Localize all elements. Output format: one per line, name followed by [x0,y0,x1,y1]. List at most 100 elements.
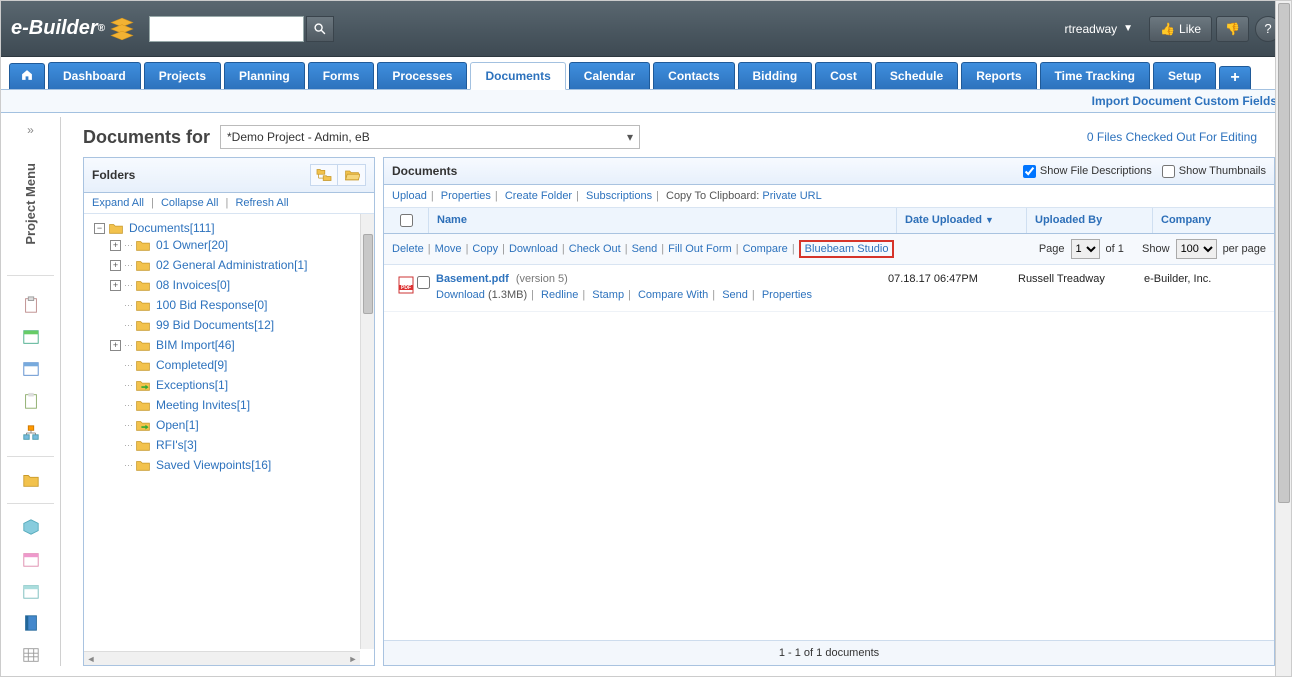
grid-icon[interactable] [22,646,40,664]
calendar-teal-icon[interactable] [22,582,40,600]
tree-node[interactable]: ⋯Meeting Invites[1] [110,398,374,412]
nav-projects[interactable]: Projects [144,62,221,89]
nav-dashboard[interactable]: Dashboard [48,62,141,89]
action-bluebeam[interactable]: Bluebeam Studio [805,243,889,255]
tree-node-documents[interactable]: − Documents[111] [94,221,374,235]
home-icon [20,68,34,82]
folder-icon [135,339,151,352]
form-icon[interactable] [22,360,40,378]
nav-time-tracking[interactable]: Time Tracking [1040,62,1150,89]
refresh-all-link[interactable]: Refresh All [235,197,288,209]
col-uploaded-by[interactable]: Uploaded By [1026,208,1152,233]
nav-schedule[interactable]: Schedule [875,62,958,89]
col-company[interactable]: Company [1152,208,1274,233]
search-input[interactable] [149,16,304,42]
nav-documents[interactable]: Documents [470,62,565,90]
collapse-all-link[interactable]: Collapse All [161,197,218,209]
page-vscroll[interactable] [1275,1,1291,676]
folder-open-icon-btn[interactable] [338,164,366,186]
row-checkbox[interactable] [417,276,430,289]
private-url-link[interactable]: Private URL [762,190,821,202]
row-compare[interactable]: Compare With [638,289,708,301]
nav-calendar[interactable]: Calendar [569,62,650,89]
row-properties[interactable]: Properties [762,289,812,301]
thumbs-down-button[interactable]: 👎 [1216,16,1249,42]
tree-vscroll[interactable] [360,214,374,649]
action-copy[interactable]: Copy [472,243,498,255]
book-icon[interactable] [22,614,40,632]
spreadsheet-icon[interactable] [22,328,40,346]
col-name[interactable]: Name [428,208,896,233]
clipboard2-icon[interactable] [22,392,40,410]
tree-node[interactable]: ⋯RFI's[3] [110,438,374,452]
import-custom-fields-link[interactable]: Import Document Custom Fields [1,89,1291,113]
action-compare[interactable]: Compare [743,243,788,255]
cube-icon[interactable] [22,518,40,536]
show-thumb-checkbox[interactable] [1162,165,1175,178]
row-send[interactable]: Send [722,289,748,301]
expand-all-link[interactable]: Expand All [92,197,144,209]
show-thumbnails-toggle[interactable]: Show Thumbnails [1162,165,1266,178]
row-redline[interactable]: Redline [541,289,578,301]
perpage-select[interactable]: 100 [1176,239,1217,259]
action-download[interactable]: Download [509,243,558,255]
tree-node[interactable]: ⋯Open[1] [110,418,374,432]
folder-rail-icon[interactable] [22,471,40,489]
tree-node[interactable]: ⋯Exceptions[1] [110,378,374,392]
calendar-pink-icon[interactable] [22,550,40,568]
tree-node[interactable]: ⋯99 Bid Documents[12] [110,318,374,332]
nav-cost[interactable]: Cost [815,62,872,89]
checked-out-link[interactable]: 0 Files Checked Out For Editing [1087,130,1263,144]
action-send[interactable]: Send [632,243,658,255]
nav-forms[interactable]: Forms [308,62,375,89]
nav-setup[interactable]: Setup [1153,62,1216,89]
thumbs-up-icon: 👍 [1160,22,1175,36]
select-all-checkbox[interactable] [400,214,413,227]
like-button[interactable]: 👍 Like [1149,16,1212,42]
create-folder-link[interactable]: Create Folder [505,190,572,202]
nav-home[interactable] [9,63,45,89]
action-move[interactable]: Move [435,243,462,255]
nav-bidding[interactable]: Bidding [738,62,813,89]
rail-expand-button[interactable]: » [1,117,60,143]
folder-icon [135,259,151,272]
project-select[interactable]: *Demo Project - Admin, eB [220,125,640,149]
user-menu[interactable]: rtreadway ▼ [1064,22,1133,36]
col-date[interactable]: Date Uploaded▼ [896,208,1026,233]
folder-tree-icon-btn[interactable] [310,164,338,186]
action-delete[interactable]: Delete [392,243,424,255]
tree-node[interactable]: ⋯Completed[9] [110,358,374,372]
show-desc-checkbox[interactable] [1023,165,1036,178]
folder-icon [135,399,151,412]
nav-contacts[interactable]: Contacts [653,62,734,89]
tree-node[interactable]: +⋯08 Invoices[0] [110,278,374,292]
app-header: e-Builder® rtreadway ▼ 👍 Like 👎 ? [1,1,1291,57]
action-checkout[interactable]: Check Out [569,243,621,255]
row-stamp[interactable]: Stamp [592,289,624,301]
row-download[interactable]: Download [436,289,485,301]
subscriptions-link[interactable]: Subscriptions [586,190,652,202]
nav-add[interactable]: + [1219,66,1250,89]
page-select[interactable]: 1 [1071,239,1100,259]
tree-hscroll[interactable]: ◄► [84,651,360,665]
tree-node[interactable]: ⋯100 Bid Response[0] [110,298,374,312]
properties-link[interactable]: Properties [441,190,491,202]
file-name-link[interactable]: Basement.pdf [436,273,509,285]
upload-link[interactable]: Upload [392,190,427,202]
search-button[interactable] [306,16,334,42]
hierarchy-icon[interactable] [22,424,40,442]
folder-open-icon [344,168,360,182]
doc-row: PDF Basement.pdf (version 5) Download (1… [384,265,1274,312]
nav-reports[interactable]: Reports [961,62,1036,89]
tree-node[interactable]: +⋯BIM Import[46] [110,338,374,352]
tree-node[interactable]: ⋯Saved Viewpoints[16] [110,458,374,472]
nav-processes[interactable]: Processes [377,62,467,89]
caret-down-icon: ▼ [1123,23,1133,34]
nav-planning[interactable]: Planning [224,62,305,89]
doc-toolbar: Upload| Properties| Create Folder| Subsc… [384,185,1274,208]
tree-node[interactable]: +⋯02 General Administration[1] [110,258,374,272]
clipboard-icon[interactable] [22,296,40,314]
action-fillout[interactable]: Fill Out Form [668,243,732,255]
tree-node[interactable]: +⋯01 Owner[20] [110,238,374,252]
show-descriptions-toggle[interactable]: Show File Descriptions [1023,165,1152,178]
